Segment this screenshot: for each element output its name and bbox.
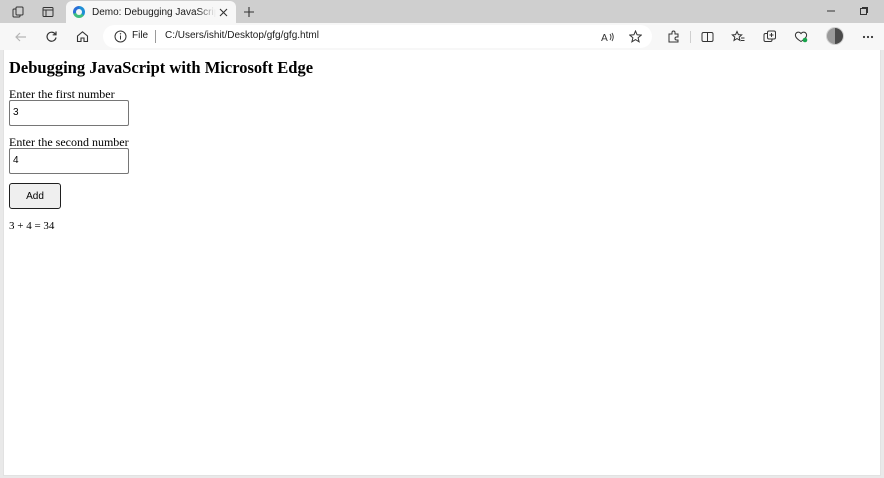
result-text: 3 + 4 = 34: [9, 220, 55, 232]
workspaces-icon[interactable]: [7, 3, 29, 21]
scheme-label: File: [132, 30, 149, 41]
second-number-input[interactable]: 4: [9, 148, 129, 174]
split-screen-icon[interactable]: [697, 27, 717, 46]
first-number-input[interactable]: 3: [9, 100, 129, 126]
browser-essentials-icon[interactable]: [791, 27, 811, 46]
restore-icon[interactable]: [849, 2, 879, 20]
page-viewport: Debugging JavaScript with Microsoft Edge…: [3, 50, 881, 476]
divider: [155, 30, 156, 43]
refresh-icon[interactable]: [41, 27, 61, 46]
active-tab[interactable]: Demo: Debugging JavaScript with Microsof…: [66, 1, 236, 23]
edge-favicon-icon: [73, 6, 85, 18]
page-heading: Debugging JavaScript with Microsoft Edge: [9, 58, 314, 77]
more-icon[interactable]: [858, 27, 878, 46]
divider: [690, 31, 691, 43]
add-button[interactable]: Add: [9, 183, 61, 209]
url-text[interactable]: C:/Users/ishit/Desktop/gfg/gfg.html: [165, 30, 319, 41]
svg-text:A: A: [601, 33, 608, 43]
toolbar: File C:/Users/ishit/Desktop/gfg/gfg.html…: [0, 23, 884, 50]
extensions-icon[interactable]: [663, 27, 683, 46]
close-icon[interactable]: [216, 5, 230, 19]
favorite-star-icon[interactable]: [626, 28, 644, 45]
home-icon[interactable]: [72, 27, 92, 46]
favorites-icon[interactable]: [728, 27, 748, 46]
tab-strip: Demo: Debugging JavaScript with Microsof…: [0, 0, 884, 23]
collections-icon[interactable]: [760, 27, 780, 46]
avatar[interactable]: [826, 27, 844, 45]
address-bar[interactable]: File C:/Users/ishit/Desktop/gfg/gfg.html…: [103, 25, 652, 48]
read-aloud-icon[interactable]: A: [599, 28, 617, 45]
tab-actions-icon[interactable]: [37, 3, 59, 21]
info-icon[interactable]: [114, 30, 127, 43]
tab-title: Demo: Debugging JavaScript with Microsof…: [92, 6, 216, 18]
back-icon[interactable]: [10, 27, 30, 46]
minimize-icon[interactable]: [816, 2, 846, 20]
plus-icon[interactable]: [240, 3, 258, 21]
